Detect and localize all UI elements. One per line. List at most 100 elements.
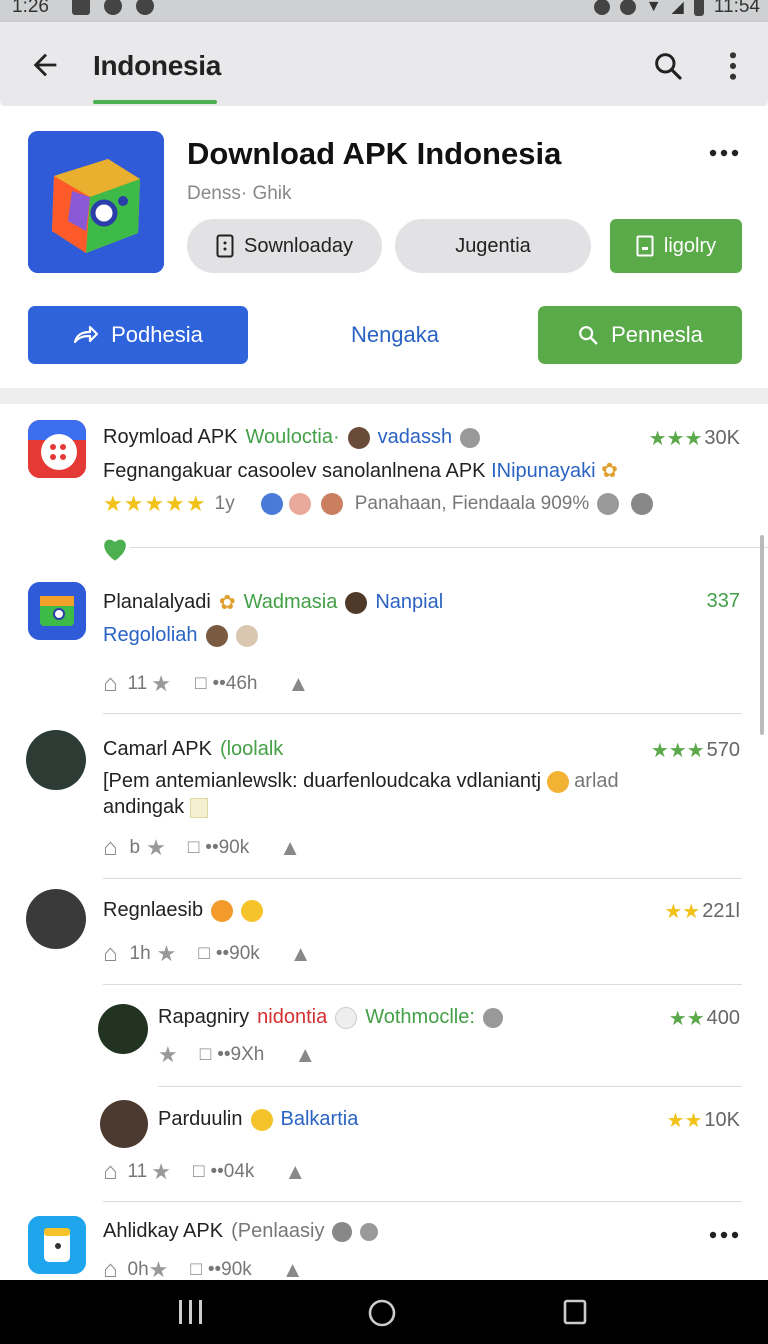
item-time: ••90k [207, 1259, 252, 1280]
note-icon [189, 797, 208, 818]
profile-icon [332, 1221, 353, 1242]
item-body-text: Fegnangakuar casoolev sanolanlnena APK [103, 460, 486, 482]
item-sub-link[interactable]: Regololiah [103, 624, 198, 647]
item-header: Camarl APK (loolalk [103, 738, 283, 761]
send-icon[interactable]: ▲ [279, 835, 301, 861]
system-nav-bar [0, 1280, 768, 1344]
item-tag[interactable]: Wadmasia [244, 591, 338, 614]
item-title: Regnlaesib [103, 899, 204, 921]
home-icon[interactable]: ⌂ [103, 670, 118, 698]
item-header: Ahlidkay APK (Penlaasiy [103, 1220, 379, 1243]
heart-icon[interactable] [101, 536, 129, 562]
item-user[interactable]: Nanpial [375, 591, 443, 614]
emoji-icon [211, 899, 234, 922]
item-tag[interactable]: Wouloctia· [246, 426, 340, 449]
share-icon[interactable]: □ [190, 1259, 201, 1280]
item-tag[interactable]: (Penlaasiy [231, 1220, 324, 1243]
item-time: ••46h [212, 673, 258, 694]
item-user[interactable]: vadassh [378, 426, 453, 449]
send-icon[interactable]: ▲ [284, 1159, 306, 1185]
app-avatar [28, 420, 86, 478]
messenger-icon [631, 493, 654, 515]
share-icon[interactable]: □ [193, 1161, 204, 1183]
item-body-link[interactable]: INipunayaki [491, 460, 596, 482]
home-icon[interactable]: ⌂ [103, 1256, 118, 1280]
back-nav-icon[interactable] [562, 1298, 588, 1326]
item-count: ★★★ 30K [649, 426, 740, 451]
share-icon[interactable]: □ [195, 673, 206, 695]
item-more-icon[interactable] [708, 1230, 740, 1240]
home-icon[interactable]: ⌂ [103, 1158, 118, 1186]
user-avatar [26, 730, 86, 790]
user-avatar-icon [345, 591, 368, 614]
like-count: 0h [127, 1259, 149, 1280]
overflow-menu-icon[interactable] [724, 50, 742, 82]
ghost-emoji-icon [335, 1006, 358, 1029]
item-tag[interactable]: Wothmoclle: [365, 1006, 475, 1029]
search-icon[interactable] [652, 50, 684, 82]
share-icon[interactable]: □ [200, 1044, 211, 1066]
download-pill-button[interactable]: Sownloaday [187, 219, 382, 273]
divider [130, 547, 768, 548]
item-count: ★★ 400 [669, 1006, 740, 1031]
star-icon[interactable]: ★ [149, 1257, 169, 1280]
system-icons: ▼ ◢ 11:54 [593, 0, 760, 18]
item-age: 1y [214, 493, 235, 514]
app-title: Download APK Indonesia [187, 136, 562, 171]
like-count: b [129, 837, 141, 858]
item-body-text-2: andingak [103, 796, 185, 818]
item-actions: ⌂ b ★ □ ••90k ▲ [103, 834, 301, 862]
share-icon[interactable]: □ [188, 837, 199, 859]
forward-arrow-icon [74, 325, 99, 344]
home-icon[interactable]: ⌂ [103, 940, 118, 968]
star-icon[interactable]: ★ [151, 671, 171, 697]
star-icon[interactable]: ★ [158, 1042, 178, 1068]
item-body-2: andingak [103, 796, 208, 819]
star-icon: ★★ [668, 1008, 705, 1030]
emoji-icon [546, 770, 569, 793]
item-tag[interactable]: Balkartia [281, 1108, 359, 1131]
back-arrow-icon[interactable] [28, 48, 62, 82]
profile-icon [482, 1007, 503, 1028]
secondary-pill-button[interactable]: Jugentia [395, 219, 591, 273]
star-icon[interactable]: ★ [157, 941, 177, 967]
send-icon[interactable]: ▲ [282, 1257, 304, 1280]
send-icon[interactable]: ▲ [294, 1042, 316, 1068]
like-count: 11 [127, 673, 148, 694]
item-title: Planalalyadi [103, 591, 211, 613]
item-tag-red[interactable]: nidontia [257, 1006, 327, 1029]
star-icon: ★★ [666, 1110, 703, 1132]
share-button[interactable]: Podhesia [28, 306, 248, 364]
app-avatar [28, 1216, 86, 1274]
search-action-button[interactable]: Pennesla [538, 306, 742, 364]
app-icon [28, 131, 164, 273]
home-icon[interactable]: ⌂ [103, 834, 118, 862]
alarm-icon [593, 0, 610, 15]
notification-icons [72, 0, 154, 15]
scrollbar[interactable] [760, 535, 764, 735]
app-more-icon[interactable] [708, 148, 740, 158]
star-icon[interactable]: ★ [151, 1159, 171, 1185]
share-icon[interactable]: □ [198, 943, 209, 965]
sunglasses-emoji-icon [250, 1108, 273, 1131]
send-icon[interactable]: ▲ [287, 671, 309, 697]
woman-avatar-icon [320, 493, 343, 515]
category-button[interactable]: ligolry [610, 219, 742, 273]
wifi-icon: ▼ [645, 0, 662, 15]
item-count-value: 10K [704, 1109, 740, 1131]
recent-apps-icon[interactable] [176, 1298, 206, 1326]
plain-link-button[interactable]: Nengaka [300, 306, 490, 364]
download-pill-label: Sownloaday [244, 234, 353, 257]
item-time: ••9Xh [217, 1044, 265, 1065]
send-icon[interactable]: ▲ [290, 941, 312, 967]
app-developer[interactable]: Denss· Ghik [187, 183, 292, 205]
item-tag[interactable]: (loolalk [220, 738, 283, 761]
item-title: Rapagniry [158, 1006, 250, 1028]
item-body: Fegnangakuar casoolev sanolanlnena APK I… [103, 458, 618, 483]
share-button-label: Podhesia [111, 322, 203, 347]
category-button-label: ligolry [663, 234, 717, 257]
battery-icon [693, 0, 704, 16]
star-icon[interactable]: ★ [146, 835, 166, 861]
home-nav-icon[interactable] [367, 1298, 397, 1328]
item-count-value: 337 [706, 590, 740, 612]
